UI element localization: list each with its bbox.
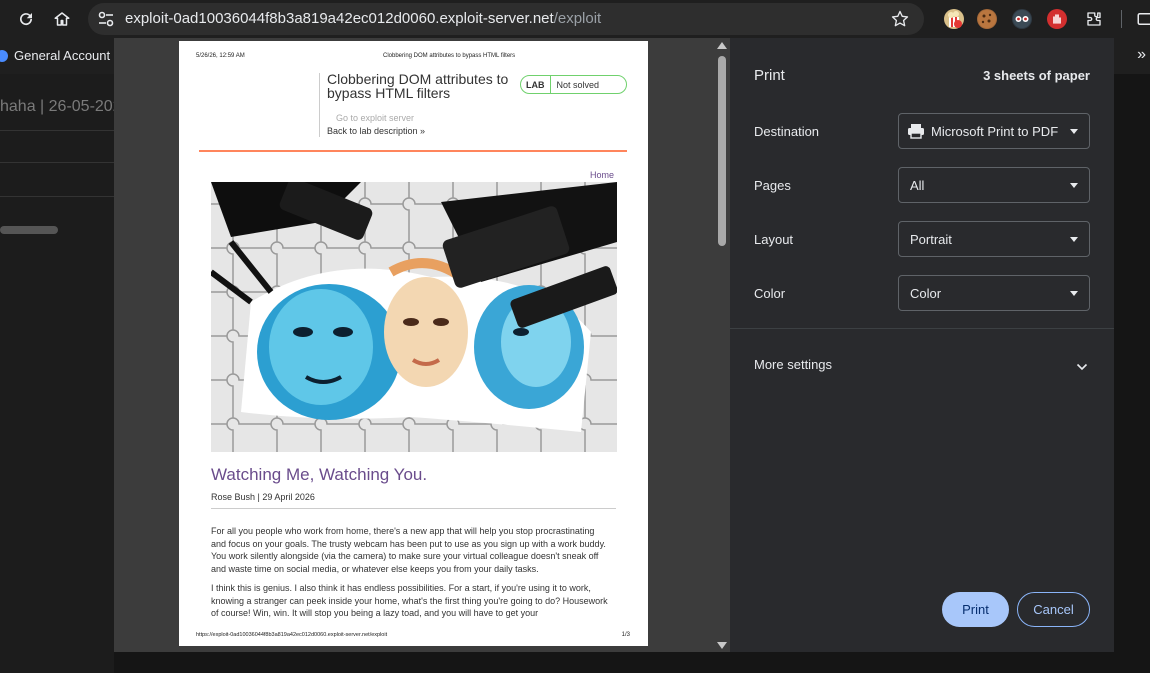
pages-select[interactable]: All	[898, 167, 1090, 203]
divider	[0, 162, 114, 163]
header-rule	[199, 150, 627, 152]
color-select[interactable]: Color	[898, 275, 1090, 311]
home-icon[interactable]	[50, 7, 74, 31]
destination-select[interactable]: Microsoft Print to PDF	[898, 113, 1090, 149]
bookmark-label: General Account Se	[14, 48, 130, 63]
divider	[0, 130, 114, 131]
extension-hand-icon[interactable]	[1047, 9, 1067, 29]
divider	[319, 73, 320, 137]
lab-status: Not solved	[556, 79, 600, 90]
scroll-down-icon[interactable]	[717, 642, 727, 649]
bookmark-general-account[interactable]: General Account Se	[0, 48, 130, 63]
browser-toolbar: exploit-0ad10036044f8b3a819a42ec012d0060…	[0, 0, 1150, 38]
home-link: Home	[590, 170, 615, 180]
preview-sheet: 5/26/26, 12:59 AM Clobbering DOM attribu…	[179, 41, 648, 646]
reload-icon[interactable]	[14, 7, 38, 31]
post-title: Watching Me, Watching You.	[211, 465, 428, 484]
layout-value: Portrait	[910, 232, 952, 247]
url-text: exploit-0ad10036044f8b3a819a42ec012d0060…	[125, 10, 602, 27]
post-paragraph: I think this is genius. I also think it …	[211, 583, 608, 618]
extension-popcorn-icon[interactable]	[944, 9, 964, 29]
post-author: Rose Bush | 29 April 2026	[211, 492, 315, 502]
preview-scrollbar[interactable]	[714, 38, 730, 652]
divider	[211, 508, 616, 509]
page-edge	[114, 652, 1114, 673]
printer-icon	[907, 123, 925, 144]
print-preview: 5/26/26, 12:59 AM Clobbering DOM attribu…	[114, 38, 730, 652]
tune-icon[interactable]	[96, 9, 116, 29]
address-bar[interactable]: exploit-0ad10036044f8b3a819a42ec012d0060…	[88, 3, 924, 35]
page-edge	[1114, 74, 1150, 673]
divider	[0, 196, 114, 197]
toolbar-divider	[1121, 10, 1122, 28]
lab-tag: LAB	[521, 76, 551, 93]
print-settings-panel: Print 3 sheets of paper Destination Micr…	[730, 38, 1114, 652]
dropdown-caret-icon	[1070, 291, 1078, 296]
destination-label: Destination	[754, 124, 820, 139]
pages-value: All	[910, 178, 925, 193]
post-image	[211, 182, 617, 452]
divider	[730, 328, 1114, 329]
print-title: Print	[754, 67, 785, 84]
layout-label: Layout	[754, 232, 794, 247]
puzzle-icon[interactable]	[1082, 7, 1106, 31]
scroll-thumb[interactable]	[718, 56, 726, 246]
cancel-button[interactable]: Cancel	[1017, 592, 1090, 627]
dropdown-caret-icon	[1070, 237, 1078, 242]
lab-heading: Clobbering DOM attributes to bypass HTML…	[327, 71, 509, 101]
color-value: Color	[910, 286, 942, 301]
side-panel-icon[interactable]	[1133, 7, 1150, 31]
sheet-doc-title: Clobbering DOM attributes to bypass HTML…	[383, 53, 516, 59]
background-page-text: haha | 26-05-202	[0, 98, 114, 115]
chevron-down-icon[interactable]	[1076, 359, 1088, 371]
back-to-lab-link: Back to lab description »	[327, 126, 426, 136]
dropdown-caret-icon	[1070, 129, 1078, 134]
bookmarks-overflow-icon[interactable]: »	[1137, 46, 1146, 64]
layout-select[interactable]: Portrait	[898, 221, 1090, 257]
scroll-up-icon[interactable]	[717, 42, 727, 49]
more-settings-toggle[interactable]: More settings	[754, 357, 832, 372]
dropdown-caret-icon	[1070, 183, 1078, 188]
print-button[interactable]: Print	[942, 592, 1009, 627]
extension-cookie-icon[interactable]	[977, 9, 997, 29]
lab-status-badge: LAB Not solved	[520, 75, 627, 94]
sheet-date: 5/26/26, 12:59 AM	[196, 53, 245, 59]
destination-value: Microsoft Print to PDF	[931, 124, 1059, 139]
post-paragraph: For all you people who work from home, t…	[211, 526, 606, 574]
sheet-count: 3 sheets of paper	[983, 68, 1090, 83]
background-scrollbar[interactable]	[0, 226, 58, 234]
pages-label: Pages	[754, 178, 791, 193]
background-page: haha | 26-05-202	[0, 74, 114, 673]
extension-spy-icon[interactable]	[1012, 9, 1032, 29]
goto-exploit-link: Go to exploit server	[336, 113, 415, 123]
star-icon[interactable]	[890, 9, 910, 29]
color-label: Color	[754, 286, 786, 301]
bookmark-favicon-icon	[0, 49, 8, 62]
sheet-footer-url: https://exploit-0ad10036044f8b3a819a42ec…	[196, 632, 388, 638]
sheet-page-number: 1/3	[621, 632, 630, 638]
